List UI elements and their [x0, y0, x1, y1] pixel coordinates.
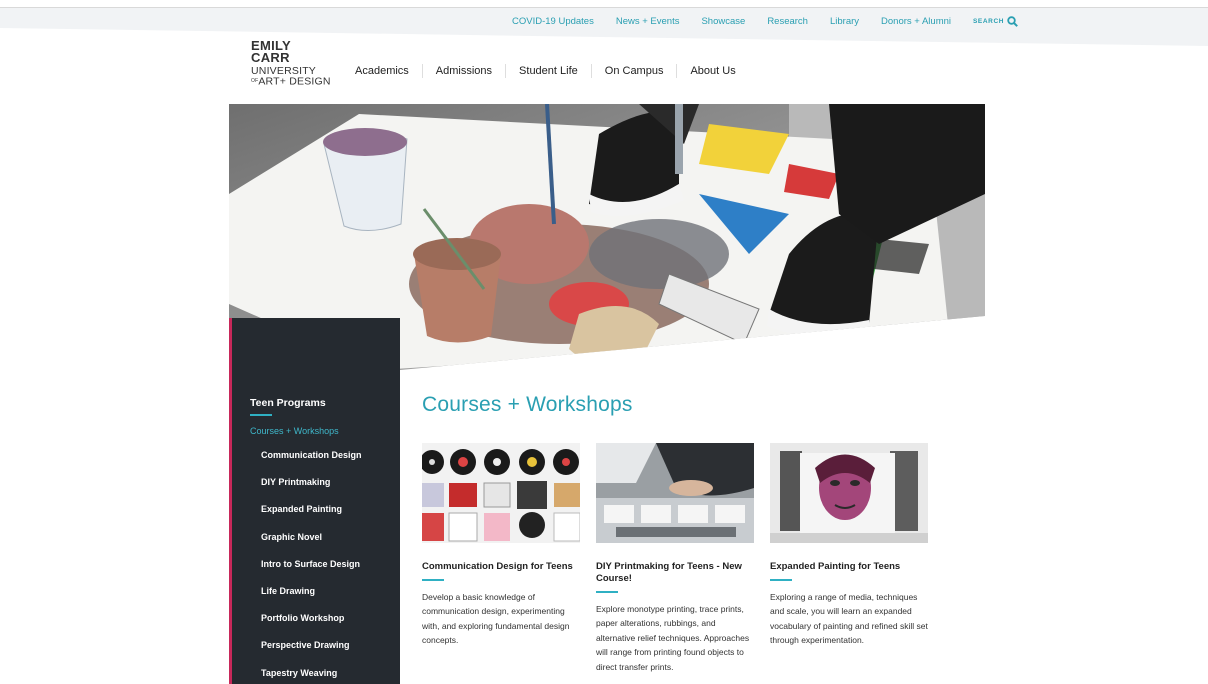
logo-art-design: ART+ DESIGN [258, 75, 331, 88]
sidebar-item-portfolio-workshop[interactable]: Portfolio Workshop [261, 613, 362, 640]
utility-link-news-events[interactable]: News + Events [616, 16, 680, 27]
course-thumbnail-expanded-painting[interactable] [770, 443, 928, 543]
course-thumbnail-communication-design[interactable] [420, 443, 581, 543]
course-description-expanded-painting: Exploring a range of media, techniques a… [770, 592, 928, 646]
search-button[interactable]: SEARCH [973, 16, 1018, 27]
course-title-diy-printmaking[interactable]: DIY Printmaking for Teens - New Course! [596, 561, 756, 585]
course-card-expanded-painting[interactable]: Expanded Painting for Teens Exploring a … [770, 443, 930, 648]
course-title-underline [770, 579, 792, 581]
course-card-diy-printmaking[interactable]: DIY Printmaking for Teens - New Course! … [596, 443, 756, 674]
sidebar-item-expanded-painting[interactable]: Expanded Painting [261, 504, 362, 531]
nav-admissions[interactable]: Admissions [421, 64, 505, 78]
sidebar-item-communication-design[interactable]: Communication Design [261, 450, 362, 477]
course-card-communication-design[interactable]: Communication Design for Teens Develop a… [420, 443, 582, 648]
utility-link-research[interactable]: Research [767, 16, 808, 27]
nav-on-campus[interactable]: On Campus [590, 64, 677, 78]
logo-line-art-design: OFART+ DESIGN [251, 76, 331, 87]
top-divider [0, 7, 1208, 8]
sidebar: Teen Programs Courses + Workshops Commun… [229, 318, 400, 684]
nav-about-us[interactable]: About Us [676, 64, 748, 78]
sidebar-item-tapestry-weaving[interactable]: Tapestry Weaving [261, 668, 362, 684]
logo-line-carr: CARR [251, 50, 290, 65]
sidebar-title[interactable]: Teen Programs [250, 397, 326, 409]
course-title-underline [422, 579, 444, 581]
utility-nav: COVID-19 Updates News + Events Showcase … [512, 16, 1018, 27]
utility-link-library[interactable]: Library [830, 16, 859, 27]
page: COVID-19 Updates News + Events Showcase … [0, 0, 1208, 684]
search-icon [1007, 16, 1018, 27]
nav-academics[interactable]: Academics [355, 64, 422, 78]
search-label: SEARCH [973, 18, 1005, 25]
utility-link-showcase[interactable]: Showcase [701, 16, 745, 27]
nav-student-life[interactable]: Student Life [505, 64, 591, 78]
sidebar-accent-bar [229, 318, 232, 684]
course-title-communication-design[interactable]: Communication Design for Teens [422, 561, 582, 573]
utility-link-covid[interactable]: COVID-19 Updates [512, 16, 594, 27]
course-title-underline [596, 591, 618, 593]
course-thumbnail-diy-printmaking[interactable] [596, 443, 754, 543]
course-title-expanded-painting[interactable]: Expanded Painting for Teens [770, 561, 930, 573]
sidebar-item-intro-surface-design[interactable]: Intro to Surface Design [261, 559, 362, 586]
sidebar-item-life-drawing[interactable]: Life Drawing [261, 586, 362, 613]
main-nav: Academics Admissions Student Life On Cam… [355, 64, 749, 78]
sidebar-title-underline [250, 414, 272, 416]
sidebar-item-graphic-novel[interactable]: Graphic Novel [261, 532, 362, 559]
university-logo[interactable]: EMILY CARR UNIVERSITY OFART+ DESIGN [251, 39, 331, 87]
page-title: Courses + Workshops [422, 393, 633, 416]
course-description-diy-printmaking: Explore monotype printing, trace prints,… [596, 604, 750, 672]
sidebar-item-perspective-drawing[interactable]: Perspective Drawing [261, 640, 362, 667]
course-description-communication-design: Develop a basic knowledge of communicati… [422, 592, 570, 646]
sidebar-item-diy-printmaking[interactable]: DIY Printmaking [261, 477, 362, 504]
sidebar-item-courses-workshops[interactable]: Courses + Workshops [250, 426, 339, 436]
sidebar-list: Communication Design DIY Printmaking Exp… [261, 450, 362, 684]
utility-link-donors-alumni[interactable]: Donors + Alumni [881, 16, 951, 27]
